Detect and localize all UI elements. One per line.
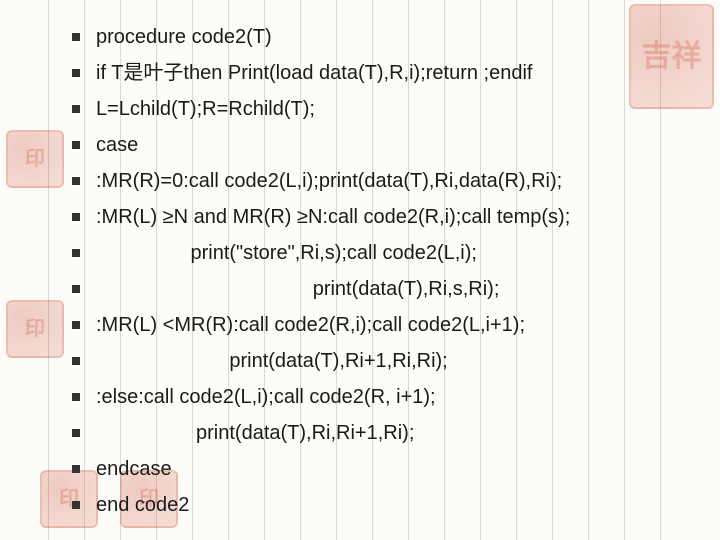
line-text: endcase <box>96 456 172 483</box>
list-item: print("store",Ri,s);call code2(L,i); <box>72 240 680 267</box>
line-text: print(data(T),Ri,s,Ri); <box>96 276 499 303</box>
list-item: :else:call code2(L,i);call code2(R, i+1)… <box>72 384 680 411</box>
bullet-icon <box>72 33 80 41</box>
line-text: if T是叶子then Print(load data(T),R,i);retu… <box>96 60 532 87</box>
bullet-icon <box>72 501 80 509</box>
bullet-icon <box>72 69 80 77</box>
list-item: L=Lchild(T);R=Rchild(T); <box>72 96 680 123</box>
list-item: print(data(T),Ri,s,Ri); <box>72 276 680 303</box>
bullet-icon <box>72 429 80 437</box>
line-text: :MR(R)=0:call code2(L,i);print(data(T),R… <box>96 168 562 195</box>
bullet-icon <box>72 465 80 473</box>
line-text: end code2 <box>96 492 189 519</box>
bullet-icon <box>72 249 80 257</box>
bullet-icon <box>72 141 80 149</box>
bullet-icon <box>72 321 80 329</box>
list-item: :MR(R)=0:call code2(L,i);print(data(T),R… <box>72 168 680 195</box>
list-item: case <box>72 132 680 159</box>
bullet-icon <box>72 177 80 185</box>
bullet-icon <box>72 393 80 401</box>
list-item: procedure code2(T) <box>72 24 680 51</box>
list-item: endcase <box>72 456 680 483</box>
list-item: print(data(T),Ri,Ri+1,Ri); <box>72 420 680 447</box>
bullet-icon <box>72 285 80 293</box>
bullet-icon <box>72 357 80 365</box>
line-text: case <box>96 132 138 159</box>
list-item: end code2 <box>72 492 680 519</box>
bullet-icon <box>72 213 80 221</box>
line-text: print(data(T),Ri+1,Ri,Ri); <box>96 348 448 375</box>
list-item: print(data(T),Ri+1,Ri,Ri); <box>72 348 680 375</box>
line-text: L=Lchild(T);R=Rchild(T); <box>96 96 315 123</box>
line-text: print(data(T),Ri,Ri+1,Ri); <box>96 420 414 447</box>
line-text: print("store",Ri,s);call code2(L,i); <box>96 240 477 267</box>
list-item: :MR(L) ≥N and MR(R) ≥N:call code2(R,i);c… <box>72 204 680 231</box>
slide-body: procedure code2(T) if T是叶子then Print(loa… <box>0 0 720 519</box>
line-text: procedure code2(T) <box>96 24 272 51</box>
line-text: :else:call code2(L,i);call code2(R, i+1)… <box>96 384 436 411</box>
line-text: :MR(L) ≥N and MR(R) ≥N:call code2(R,i);c… <box>96 204 570 231</box>
list-item: :MR(L) <MR(R):call code2(R,i);call code2… <box>72 312 680 339</box>
list-item: if T是叶子then Print(load data(T),R,i);retu… <box>72 60 680 87</box>
bullet-icon <box>72 105 80 113</box>
line-text: :MR(L) <MR(R):call code2(R,i);call code2… <box>96 312 525 339</box>
